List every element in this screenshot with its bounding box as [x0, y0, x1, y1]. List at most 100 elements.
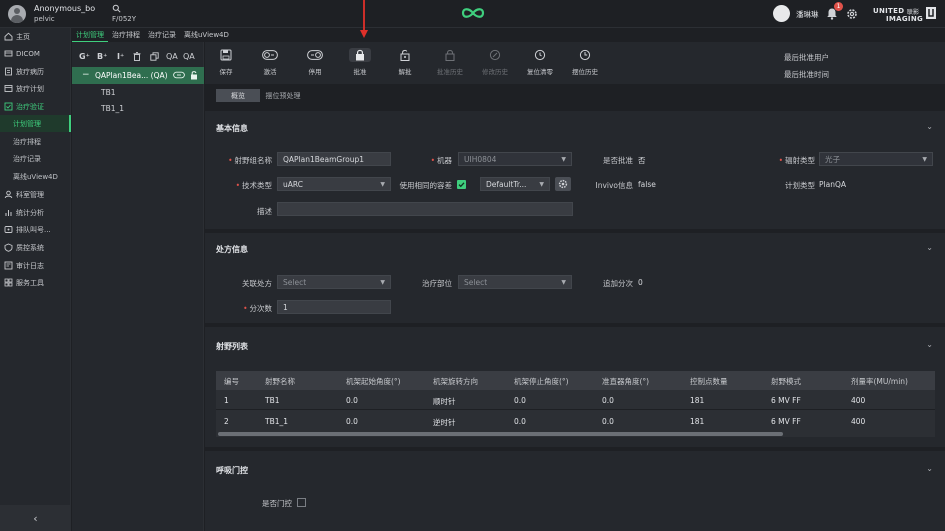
- treatment-site-placeholder: Select: [464, 277, 488, 287]
- sidebar-item-label: 离线uView4D: [13, 172, 58, 181]
- copy-icon[interactable]: [150, 52, 159, 61]
- table-cell: 181: [690, 417, 705, 426]
- tree-root-label: QAPlan1Bea... (QA): [95, 71, 168, 80]
- extra-fractions-value: 0: [638, 278, 643, 287]
- reset-zero-button[interactable]: 复位清零: [520, 48, 560, 80]
- sidebar-item-offline-uview[interactable]: 离线uView4D: [0, 168, 71, 185]
- gear-icon[interactable]: [846, 8, 858, 20]
- sidebar-item-department[interactable]: 科室管理: [0, 186, 71, 203]
- treatment-site-select[interactable]: Select ▼: [458, 275, 572, 289]
- sidebar-item-plan-management[interactable]: 计划管理: [0, 115, 71, 132]
- verify-icon: [4, 102, 13, 111]
- save-button[interactable]: 保存: [206, 48, 246, 80]
- sidebar-item-audit[interactable]: 审计日志: [0, 257, 71, 274]
- sidebar-item-service[interactable]: 服务工具: [0, 274, 71, 291]
- fractions-input[interactable]: 1: [277, 300, 391, 314]
- unapprove-button[interactable]: 解批: [385, 48, 425, 80]
- tree-root-row[interactable]: − QAPlan1Bea... (QA): [72, 67, 204, 84]
- tree-qa-button[interactable]: QA: [166, 52, 178, 61]
- approve-button[interactable]: 批准: [340, 48, 380, 80]
- tab-plan-management[interactable]: 计划管理: [72, 28, 108, 42]
- table-cell: 0.0: [602, 417, 614, 426]
- tree-add-group-button[interactable]: G⁺: [79, 52, 90, 61]
- sidebar-item-statistics[interactable]: 统计分析: [0, 204, 71, 221]
- avatar[interactable]: [8, 5, 26, 23]
- sidebar-item-schedule[interactable]: 治疗排程: [0, 133, 71, 150]
- tree-add-beam-button[interactable]: B⁺: [97, 52, 107, 61]
- table-header-cell: 射野模式: [771, 377, 801, 386]
- search-icon[interactable]: [112, 4, 121, 13]
- radiation-select[interactable]: 光子 ▼: [819, 152, 933, 166]
- technique-label: • 技术类型: [235, 181, 272, 190]
- machine-value: UIH0804: [464, 154, 497, 164]
- collapse-minus-icon[interactable]: −: [82, 70, 90, 80]
- plan-type-value: PlanQA: [819, 180, 846, 189]
- activate-button[interactable]: 激活: [250, 48, 290, 80]
- technique-select[interactable]: uARC ▼: [277, 177, 391, 191]
- tab-schedule[interactable]: 治疗排程: [108, 28, 144, 42]
- subtab-setup-preprocess[interactable]: 摆位预处理: [261, 89, 305, 102]
- sidebar-item-queue[interactable]: 排队叫号...: [0, 221, 71, 238]
- horizontal-scrollbar[interactable]: [218, 432, 783, 436]
- sidebar-item-label: 排队叫号...: [16, 225, 51, 234]
- table-row[interactable]: 2 TB1_1 0.0 逆时针 0.0 0.0 181 6 MV FF 400: [216, 411, 935, 431]
- chevron-down-icon[interactable]: ⌄: [926, 122, 933, 131]
- tree-add-image-button[interactable]: I⁺: [117, 52, 124, 61]
- fractions-label: • 分次数: [243, 304, 272, 313]
- sidebar-item-label: 主页: [16, 32, 30, 41]
- activate-label: 激活: [263, 68, 277, 76]
- edit-history-button[interactable]: 修改历史: [475, 48, 515, 80]
- subtab-overview[interactable]: 概览: [216, 89, 260, 102]
- chevron-down-icon[interactable]: ⌄: [926, 243, 933, 252]
- tree-item-tb1-1[interactable]: TB1_1: [101, 104, 124, 113]
- tab-treatment-log[interactable]: 治疗记录: [144, 28, 180, 42]
- sidebar-item-verification[interactable]: 治疗验证: [0, 98, 71, 115]
- sidebar-item-treatment-log[interactable]: 治疗记录: [0, 150, 71, 167]
- app-logo-icon: [460, 5, 486, 21]
- linked-rx-select[interactable]: Select ▼: [277, 275, 391, 289]
- table-cell: 400: [851, 396, 866, 405]
- table-cell: 0.0: [602, 396, 614, 405]
- chevron-down-icon: ▼: [922, 155, 927, 163]
- tolerance-settings-button[interactable]: [555, 177, 571, 191]
- chevron-down-icon[interactable]: ⌄: [926, 340, 933, 349]
- deactivate-button[interactable]: 停用: [295, 48, 335, 80]
- table-header-cell: 控制点数量: [690, 377, 728, 386]
- reset-icon: [529, 48, 551, 62]
- chevron-down-icon[interactable]: ⌄: [926, 464, 933, 473]
- gating-checkbox[interactable]: [297, 498, 306, 507]
- patient-id: F/052Y: [112, 15, 137, 23]
- tree-item-tb1[interactable]: TB1: [101, 88, 116, 97]
- action-toolbar: 保存 激活 停用 批准 解批 批准历史 修改历史 复位清零 摆位历史 最后批准用…: [205, 42, 945, 84]
- approve-history-button[interactable]: 批准历史: [430, 48, 470, 80]
- sidebar-item-dicom[interactable]: DICOM: [0, 45, 71, 62]
- trash-icon[interactable]: [133, 52, 141, 61]
- description-input[interactable]: [277, 202, 573, 216]
- audit-icon: [4, 261, 13, 270]
- linked-rx-placeholder: Select: [283, 277, 307, 287]
- invivo-value: false: [638, 180, 656, 189]
- last-approver-label: 最后批准用户: [784, 53, 829, 62]
- table-cell: 0.0: [346, 396, 358, 405]
- tab-offline-uview[interactable]: 离线uView4D: [180, 28, 233, 42]
- sidebar-item-label: 治疗记录: [13, 154, 41, 163]
- collapse-sidebar-button[interactable]: ‹: [0, 505, 71, 531]
- same-tolerance-checkbox[interactable]: [457, 180, 466, 189]
- sidebar-item-qc[interactable]: 质控系统: [0, 239, 71, 256]
- reset-zero-label: 复位清零: [527, 68, 553, 76]
- approved-value: 否: [638, 156, 646, 165]
- section-title-gating: 呼吸门控: [216, 466, 248, 475]
- tree-qa-alt-button[interactable]: QA: [183, 52, 195, 61]
- sidebar-item-home[interactable]: 主页: [0, 28, 71, 45]
- setup-history-button[interactable]: 摆位历史: [565, 48, 605, 80]
- beam-group-input[interactable]: QAPlan1BeamGroup1: [277, 152, 391, 166]
- table-row[interactable]: 1 TB1 0.0 顺时针 0.0 0.0 181 6 MV FF 400: [216, 390, 935, 410]
- plan-icon: [4, 84, 13, 93]
- sidebar-item-plans[interactable]: 放疗计划: [0, 80, 71, 97]
- sidebar-item-records[interactable]: 放疗病历: [0, 63, 71, 80]
- machine-select[interactable]: UIH0804 ▼: [458, 152, 572, 166]
- extra-fractions-label: 追加分次: [603, 279, 633, 288]
- table-cell: 顺时针: [433, 397, 456, 406]
- operator-avatar[interactable]: [773, 5, 790, 22]
- tolerance-select[interactable]: DefaultTr... ▼: [480, 177, 550, 191]
